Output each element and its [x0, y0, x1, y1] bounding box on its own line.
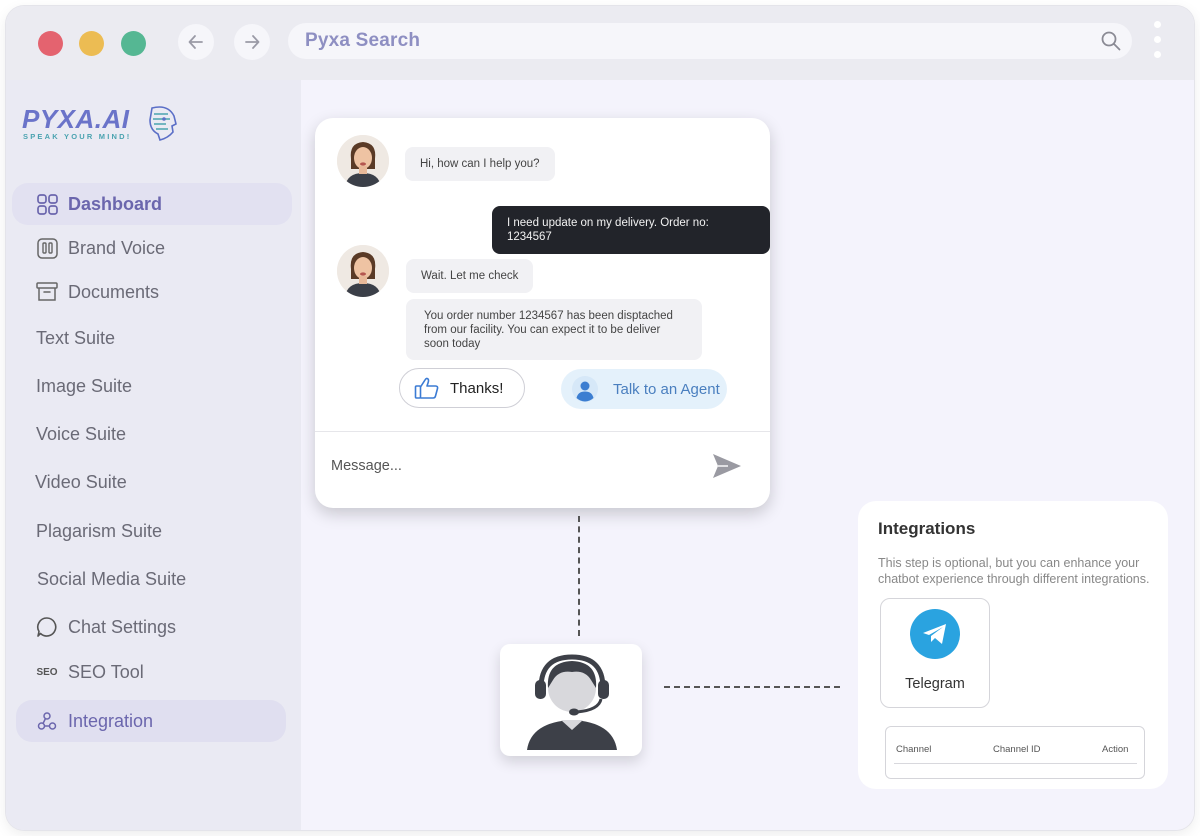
channels-table: Channel Channel ID Action: [885, 726, 1145, 779]
table-header-action: Action: [1102, 744, 1129, 755]
support-agent-icon: [527, 654, 617, 750]
sidebar-item-label: SEO Tool: [68, 661, 144, 682]
chat-message-bot: You order number 1234567 has been dispta…: [406, 299, 702, 360]
integrations-panel: Integrations This step is optional, but …: [858, 501, 1168, 789]
support-agent-card: [500, 644, 642, 756]
user-circle-icon: [572, 376, 598, 402]
logo-tagline: SPEAK YOUR MIND!: [23, 132, 132, 141]
chat-message-user: I need update on my delivery. Order no: …: [492, 206, 770, 254]
sidebar-item-seo-tool[interactable]: SEO SEO Tool: [12, 651, 292, 693]
sidebar-item-label: Integration: [68, 710, 154, 731]
forward-button[interactable]: [234, 24, 270, 60]
sidebar-item-video-suite[interactable]: Video Suite: [11, 461, 291, 503]
pause-box-icon: [36, 237, 58, 259]
arrow-right-icon: [245, 35, 260, 49]
integration-icon: [36, 710, 58, 732]
telegram-integration-card[interactable]: Telegram: [880, 598, 990, 708]
sidebar-item-text-suite[interactable]: Text Suite: [12, 317, 292, 359]
send-button[interactable]: [711, 451, 743, 481]
message-input[interactable]: [331, 451, 691, 481]
chat-divider: [315, 431, 770, 432]
brand-logo[interactable]: PYXA.AI SPEAK YOUR MIND!: [22, 104, 187, 154]
address-bar[interactable]: Pyxa Search: [288, 23, 1132, 59]
sidebar-item-image-suite[interactable]: Image Suite: [12, 365, 292, 407]
thanks-button[interactable]: Thanks!: [399, 368, 525, 408]
sidebar-item-plagarism-suite[interactable]: Plagarism Suite: [12, 510, 292, 552]
sidebar-item-label: Text Suite: [36, 327, 116, 348]
sidebar-item-label: Dashboard: [68, 193, 163, 214]
telegram-icon: [910, 609, 960, 659]
sidebar-item-brand-voice[interactable]: Brand Voice: [12, 227, 292, 269]
back-button[interactable]: [178, 24, 214, 60]
minimize-window-button[interactable]: [79, 31, 104, 56]
send-icon: [713, 454, 741, 478]
maximize-window-button[interactable]: [121, 31, 146, 56]
chat-widget: Hi, how can I help you? I need update on…: [315, 118, 770, 508]
table-header-channel: Channel: [896, 744, 932, 755]
talk-to-agent-button[interactable]: Talk to an Agent: [561, 369, 727, 409]
flow-connector: [578, 516, 580, 636]
seo-icon: SEO: [36, 666, 58, 678]
bot-avatar: [337, 135, 389, 187]
sidebar-item-label: Documents: [68, 281, 160, 302]
sidebar-item-documents[interactable]: Documents: [12, 271, 292, 313]
sidebar-item-label: Video Suite: [35, 471, 127, 492]
search-icon[interactable]: [1100, 30, 1122, 52]
table-header-channel-id: Channel ID: [993, 744, 1041, 755]
chat-message-bot: Wait. Let me check: [406, 259, 534, 293]
close-window-button[interactable]: [38, 31, 63, 56]
sidebar-item-integration[interactable]: Integration: [16, 700, 286, 742]
bot-avatar: [337, 245, 389, 297]
woman-avatar-icon: [337, 245, 389, 297]
thumbs-up-icon: [414, 377, 439, 399]
sidebar-item-label: Social Media Suite: [37, 568, 187, 589]
browser-menu-icon[interactable]: [1152, 21, 1162, 65]
talk-to-agent-label: Talk to an Agent: [613, 380, 720, 398]
table-divider: [894, 763, 1137, 764]
thanks-label: Thanks!: [450, 379, 504, 397]
sidebar-item-voice-suite[interactable]: Voice Suite: [12, 413, 292, 455]
woman-avatar-icon: [337, 135, 389, 187]
sidebar-item-social-media-suite[interactable]: Social Media Suite: [13, 558, 293, 600]
arrow-left-icon: [188, 35, 203, 49]
flow-connector: [664, 686, 840, 688]
telegram-label: Telegram: [905, 676, 965, 692]
chat-message-bot: Hi, how can I help you?: [405, 147, 555, 181]
integrations-title: Integrations: [878, 519, 976, 538]
sidebar-item-label: Chat Settings: [68, 616, 177, 637]
sidebar-item-label: Plagarism Suite: [36, 520, 163, 541]
sidebar-item-chat-settings[interactable]: Chat Settings: [12, 606, 292, 648]
browser-titlebar: Pyxa Search: [6, 6, 1194, 80]
sidebar-item-label: Voice Suite: [36, 423, 127, 444]
sidebar-item-label: Image Suite: [36, 375, 133, 396]
sidebar-item-label: Brand Voice: [68, 237, 166, 258]
integrations-description: This step is optional, but you can enhan…: [878, 556, 1150, 586]
grid-icon: [36, 193, 58, 215]
archive-icon: [36, 281, 58, 303]
robot-face-icon: [149, 106, 177, 141]
sidebar-item-dashboard[interactable]: Dashboard: [12, 183, 292, 225]
logo-wordmark: PYXA.AI: [22, 104, 130, 134]
address-text: Pyxa Search: [305, 30, 421, 51]
chat-bubble-icon: [36, 616, 58, 638]
